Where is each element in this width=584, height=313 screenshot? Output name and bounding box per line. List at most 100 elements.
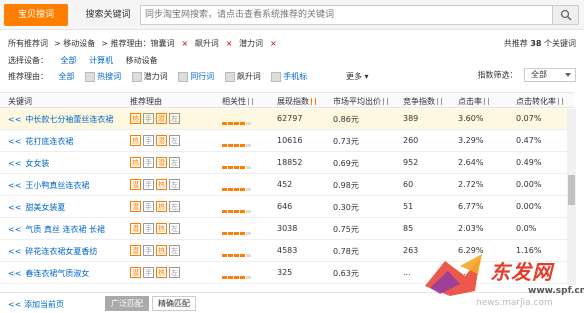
- reason-badge: 手: [143, 113, 154, 124]
- add-label: 添加当前页: [23, 300, 64, 309]
- relevance-segment: [240, 188, 245, 191]
- keyword-cell[interactable]: << 花打底连衣裙: [8, 136, 73, 147]
- avg-price-cell: 0.30元: [333, 203, 359, 212]
- header-show-index[interactable]: 展现指数: [277, 96, 316, 107]
- total-suffix: 个关键词: [544, 39, 576, 48]
- add-keyword-icon[interactable]: <<: [8, 269, 21, 278]
- add-keyword-icon[interactable]: <<: [8, 203, 21, 212]
- reason-badge: 热: [156, 223, 167, 234]
- keyword-text: 王小鸭真丝连衣裙: [25, 181, 90, 190]
- header-price-label: 市场平均出价: [333, 97, 381, 106]
- reason-badge: 左: [169, 157, 180, 168]
- reason-phone[interactable]: 手机标: [271, 71, 307, 82]
- ctr-cell: 2.03%: [458, 224, 484, 233]
- remove-filter-icon[interactable]: ×: [270, 39, 277, 48]
- keyword-text: 气质 真丝 连衣裙 长裙: [25, 225, 106, 234]
- add-current-page-link[interactable]: << 添加当前页: [8, 299, 64, 310]
- device-all[interactable]: 全部: [61, 56, 77, 65]
- search-button[interactable]: [552, 6, 578, 24]
- reason-cell: 潜手热左: [130, 201, 182, 212]
- competition-cell: 60: [403, 180, 414, 189]
- header-avg-price[interactable]: 市场平均出价: [333, 96, 388, 107]
- relevance-segment: [240, 122, 245, 125]
- show-index-cell: 10616: [277, 136, 303, 145]
- reason-cell: 热手潜左: [130, 157, 182, 168]
- add-keyword-icon[interactable]: <<: [8, 137, 21, 146]
- reason-all[interactable]: 全部: [59, 71, 75, 82]
- relevance-segment: [240, 232, 245, 235]
- tab-item-keywords[interactable]: 宝贝搜词: [4, 4, 68, 26]
- keyword-cell[interactable]: << 王小鸭真丝连衣裙: [8, 180, 89, 191]
- reason-badge: 手: [143, 157, 154, 168]
- remove-filter-icon[interactable]: ×: [226, 39, 233, 48]
- ctr-cell: 2.72%: [458, 180, 484, 189]
- table-row[interactable]: << 中长款七分袖蕾丝连衣裙 热手潜左 62797 0.86元 389 3.60% 0.07%: [0, 109, 574, 130]
- header-cvr[interactable]: 点击转化率: [516, 96, 563, 107]
- header-reason: 推荐理由: [130, 97, 162, 106]
- reason-cell: 热手潜左: [130, 135, 182, 146]
- add-keyword-icon[interactable]: <<: [8, 247, 21, 256]
- table-row[interactable]: << 王小鸭真丝连衣裙 潜手热左 452 0.98元 60 2.72% 0.00%: [0, 175, 574, 196]
- header-ctr-label: 点击率: [458, 97, 482, 106]
- reason-badge: 左: [169, 267, 180, 278]
- exact-match-button[interactable]: 精确匹配: [152, 296, 196, 311]
- competition-cell: 260: [403, 136, 419, 145]
- show-index-cell: 3038: [277, 224, 298, 233]
- device-filter: 选择设备： 全部 计算机 移动设备: [8, 55, 168, 66]
- tab-search-keywords[interactable]: 搜索关键词: [80, 4, 136, 26]
- broad-match-button[interactable]: 广泛匹配: [105, 296, 149, 311]
- search-input[interactable]: [145, 8, 545, 22]
- competition-cell: ...: [403, 268, 411, 277]
- add-keyword-icon[interactable]: <<: [8, 225, 21, 234]
- keyword-cell[interactable]: << 气质 真丝 连衣裙 长裙: [8, 224, 105, 235]
- reason-potential[interactable]: 潜力词: [131, 71, 168, 82]
- index-filter-select[interactable]: 全部: [524, 68, 576, 82]
- relevance-segment: [222, 254, 227, 257]
- reason-rising[interactable]: 飙升词: [224, 71, 261, 82]
- reason-hot[interactable]: 热搜词: [85, 71, 121, 82]
- reason-cell: 潜手热左: [130, 179, 182, 190]
- table-row[interactable]: << 气质 真丝 连衣裙 长裙 潜手热左 3038 0.75元 85 2.03% 0.0%: [0, 219, 574, 240]
- more-button[interactable]: 更多 ▾: [346, 71, 369, 82]
- reason-badge: 手: [143, 201, 154, 212]
- keyword-text: 碎花连衣裙女夏香纺: [25, 247, 98, 256]
- header-competition[interactable]: 竞争指数: [403, 96, 442, 107]
- keyword-cell[interactable]: << 女女装: [8, 158, 49, 169]
- add-keyword-icon[interactable]: <<: [8, 115, 21, 124]
- device-mobile[interactable]: 移动设备: [126, 56, 158, 65]
- relevance-segment: [222, 210, 227, 213]
- keyword-cell[interactable]: << 甜美女装夏: [8, 202, 65, 213]
- relevance-segment: [234, 276, 239, 279]
- sort-icon: [383, 98, 388, 105]
- reason-hot-label: 热搜词: [97, 72, 122, 81]
- relevance-segment: [228, 166, 233, 169]
- avg-price-cell: 0.98元: [333, 181, 359, 190]
- breadcrumb-all[interactable]: 所有推荐词: [8, 39, 48, 48]
- relevance-bar: [222, 206, 252, 215]
- index-filter: 指数筛选： 全部: [477, 68, 576, 82]
- remove-filter-icon[interactable]: ×: [182, 39, 189, 48]
- table-row[interactable]: << 花打底连衣裙 热手潜左 10616 0.73元 260 3.29% 0.47%: [0, 131, 574, 152]
- scrollbar-thumb[interactable]: [568, 175, 575, 205]
- header-ctr[interactable]: 点击率: [458, 96, 489, 107]
- reason-peer[interactable]: 同行词: [178, 71, 214, 82]
- index-filter-label: 指数筛选：: [477, 70, 518, 80]
- top-bar: 宝贝搜词 搜索关键词: [0, 0, 584, 30]
- keyword-cell[interactable]: << 中长款七分袖蕾丝连衣裙: [8, 114, 113, 125]
- competition-cell: 389: [403, 114, 419, 123]
- add-keyword-icon[interactable]: <<: [8, 181, 21, 190]
- table-row[interactable]: << 甜美女装夏 潜手热左 646 0.30元 51 6.77% 0.00%: [0, 197, 574, 218]
- keyword-cell[interactable]: << 春连衣裙气质淑女: [8, 268, 89, 279]
- header-relevance[interactable]: 相关性: [222, 96, 253, 107]
- reason-badge: 左: [169, 223, 180, 234]
- add-keyword-icon[interactable]: <<: [8, 159, 21, 168]
- cvr-cell: 0.00%: [516, 202, 542, 211]
- device-pc[interactable]: 计算机: [89, 56, 113, 65]
- breadcrumb-mobile[interactable]: 移动设备: [63, 39, 95, 48]
- table-row[interactable]: << 女女装 热手潜左 18852 0.69元 952 2.64% 0.49%: [0, 153, 574, 174]
- relevance-segment: [228, 254, 233, 257]
- relevance-segment: [228, 210, 233, 213]
- relevance-segment: [228, 188, 233, 191]
- keyword-cell[interactable]: << 碎花连衣裙女夏香纺: [8, 246, 97, 257]
- reason-peer-label: 同行词: [190, 72, 215, 81]
